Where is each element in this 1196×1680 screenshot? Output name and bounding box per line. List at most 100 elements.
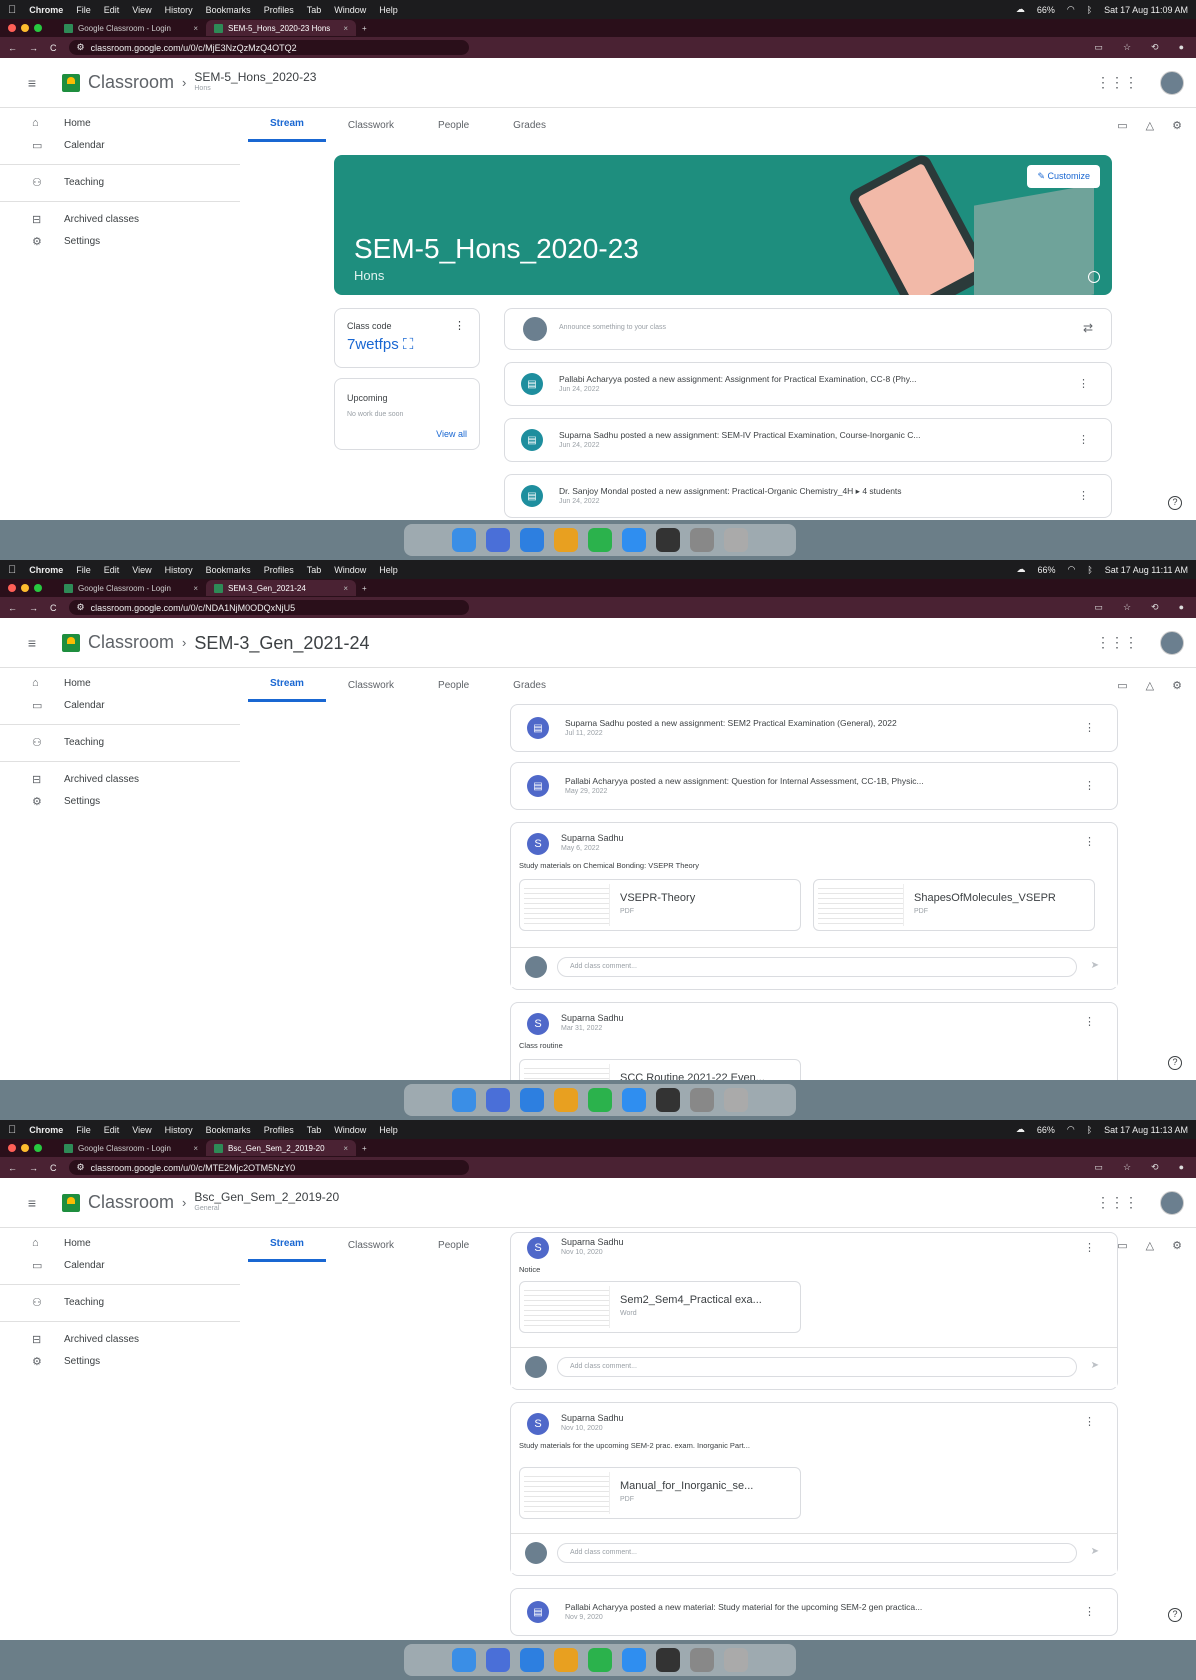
apple-icon[interactable]:  (8, 564, 16, 576)
menu-bookmarks[interactable]: Bookmarks (206, 5, 251, 15)
drive-icon[interactable]: △ (1146, 679, 1154, 692)
forward-icon[interactable]: → (29, 43, 38, 53)
menu-edit[interactable]: Edit (104, 1125, 120, 1135)
launchpad-icon[interactable] (486, 1088, 510, 1112)
system-settings-icon[interactable] (690, 1088, 714, 1112)
app-store-icon[interactable] (622, 1088, 646, 1112)
customize-button[interactable]: ✎ Customize (1027, 165, 1100, 188)
menu-file[interactable]: File (76, 5, 91, 15)
launchpad-icon[interactable] (486, 1648, 510, 1672)
announce-card[interactable]: Announce something to your class ⇄ (504, 308, 1112, 350)
browser-tab-login[interactable]: Google Classroom - Login × (56, 580, 206, 596)
app-name[interactable]: Classroom (88, 72, 174, 93)
apps-grid-icon[interactable]: ⋮⋮⋮ (1096, 1194, 1138, 1211)
site-info-icon[interactable]: ⚙ (77, 1162, 85, 1173)
evernote-icon[interactable] (588, 1088, 612, 1112)
menu-help[interactable]: Help (379, 1125, 398, 1135)
tab-classwork[interactable]: Classwork (326, 1228, 416, 1262)
cast-icon[interactable]: ▭ (1094, 42, 1103, 53)
app-name[interactable]: Classroom (88, 1192, 174, 1213)
evernote-icon[interactable] (588, 528, 612, 552)
sidebar-item-calendar[interactable]: ▭ Calendar (0, 1254, 240, 1276)
stream-post[interactable]: ▤ Pallabi Acharyya posted a new assignme… (510, 762, 1118, 810)
cast-icon[interactable]: ▭ (1094, 602, 1103, 613)
more-options-icon[interactable]: ⋮ (1084, 779, 1095, 792)
battery-level[interactable]: 66% (1037, 565, 1055, 575)
class-title[interactable]: SEM-5_Hons_2020-23 Hons (194, 71, 316, 95)
menu-chrome[interactable]: Chrome (29, 1125, 63, 1135)
more-options-icon[interactable]: ⋮ (1084, 1415, 1095, 1428)
sidebar-item-home[interactable]: ⌂ Home (0, 112, 240, 134)
reload-icon[interactable]: C (50, 1163, 57, 1173)
menu-window[interactable]: Window (334, 5, 366, 15)
trash-icon[interactable] (724, 1648, 748, 1672)
calendar-icon[interactable]: ▭ (1117, 1239, 1127, 1252)
battery-level[interactable]: 66% (1037, 5, 1055, 15)
class-settings-icon[interactable]: ⚙ (1172, 119, 1182, 132)
menu-file[interactable]: File (76, 1125, 91, 1135)
menu-chrome[interactable]: Chrome (29, 565, 63, 575)
send-icon[interactable]: ➤ (1091, 1360, 1099, 1371)
menu-tab[interactable]: Tab (307, 565, 322, 575)
close-tab-icon[interactable]: × (343, 584, 348, 593)
bluetooth-icon[interactable]: ᛒ (1087, 5, 1092, 15)
terminal-icon[interactable] (656, 1088, 680, 1112)
zoom-window-icon[interactable] (34, 24, 42, 32)
safari-icon[interactable] (520, 1648, 544, 1672)
browser-tab-class[interactable]: Bsc_Gen_Sem_2_2019-20 × (206, 1140, 356, 1156)
close-window-icon[interactable] (8, 1144, 16, 1152)
attachment[interactable]: ShapesOfMolecules_VSEPR PDF (813, 879, 1095, 931)
tab-stream[interactable]: Stream (248, 668, 326, 702)
profile-icon[interactable]: ● (1179, 42, 1184, 53)
stream-post[interactable]: ▤ Pallabi Acharyya posted a new assignme… (504, 362, 1112, 406)
finder-icon[interactable] (452, 1088, 476, 1112)
menu-window[interactable]: Window (334, 565, 366, 575)
sidebar-item-teaching[interactable]: ⚇ Teaching (0, 1291, 240, 1313)
extensions-icon[interactable]: ⟲ (1151, 1162, 1159, 1173)
bluetooth-icon[interactable]: ᛒ (1087, 565, 1092, 575)
stream-post[interactable]: ▤ Pallabi Acharyya posted a new material… (510, 1588, 1118, 1636)
calendar-icon[interactable]: ▭ (1117, 679, 1127, 692)
material-post[interactable]: S Suparna Sadhu May 6, 2022 ⋮ Study mate… (510, 822, 1118, 990)
tab-classwork[interactable]: Classwork (326, 668, 416, 702)
tab-people[interactable]: People (416, 108, 491, 142)
extensions-icon[interactable]: ⟲ (1151, 602, 1159, 613)
more-options-icon[interactable]: ⋮ (1084, 721, 1095, 734)
finder-icon[interactable] (452, 1648, 476, 1672)
menu-view[interactable]: View (132, 5, 151, 15)
site-info-icon[interactable]: ⚙ (77, 42, 85, 53)
sidebar-item-archived[interactable]: ⊟ Archived classes (0, 768, 240, 790)
battery-level[interactable]: 66% (1037, 1125, 1055, 1135)
menu-profiles[interactable]: Profiles (264, 5, 294, 15)
extensions-icon[interactable]: ⟲ (1151, 42, 1159, 53)
main-menu-icon[interactable]: ≡ (12, 635, 52, 651)
menu-tab[interactable]: Tab (307, 1125, 322, 1135)
send-icon[interactable]: ➤ (1091, 960, 1099, 971)
back-icon[interactable]: ← (8, 1163, 17, 1173)
sidebar-item-home[interactable]: ⌂ Home (0, 672, 240, 694)
evernote-icon[interactable] (588, 1648, 612, 1672)
repost-icon[interactable]: ⇄ (1083, 321, 1093, 335)
wifi-icon[interactable]: ◠ (1068, 564, 1076, 575)
tab-stream[interactable]: Stream (248, 1228, 326, 1262)
back-icon[interactable]: ← (8, 43, 17, 53)
menu-bookmarks[interactable]: Bookmarks (206, 565, 251, 575)
sidebar-item-calendar[interactable]: ▭ Calendar (0, 694, 240, 716)
apps-grid-icon[interactable]: ⋮⋮⋮ (1096, 634, 1138, 651)
account-avatar[interactable] (1160, 630, 1184, 655)
tab-stream[interactable]: Stream (248, 108, 326, 142)
tab-people[interactable]: People (416, 1228, 491, 1262)
wifi-icon[interactable]: ◠ (1067, 1124, 1075, 1135)
sidebar-item-home[interactable]: ⌂ Home (0, 1232, 240, 1254)
menu-window[interactable]: Window (334, 1125, 366, 1135)
app-name[interactable]: Classroom (88, 632, 174, 653)
chrome-icon[interactable] (554, 1648, 578, 1672)
help-icon[interactable]: ? (1168, 496, 1182, 510)
launchpad-icon[interactable] (486, 528, 510, 552)
close-tab-icon[interactable]: × (343, 1144, 348, 1153)
app-store-icon[interactable] (622, 1648, 646, 1672)
menu-tab[interactable]: Tab (307, 5, 322, 15)
material-post[interactable]: S Suparna Sadhu Nov 10, 2020 ⋮ Notice Se… (510, 1232, 1118, 1390)
clock[interactable]: Sat 17 Aug 11:09 AM (1104, 5, 1188, 15)
classroom-logo-icon[interactable] (62, 633, 80, 652)
